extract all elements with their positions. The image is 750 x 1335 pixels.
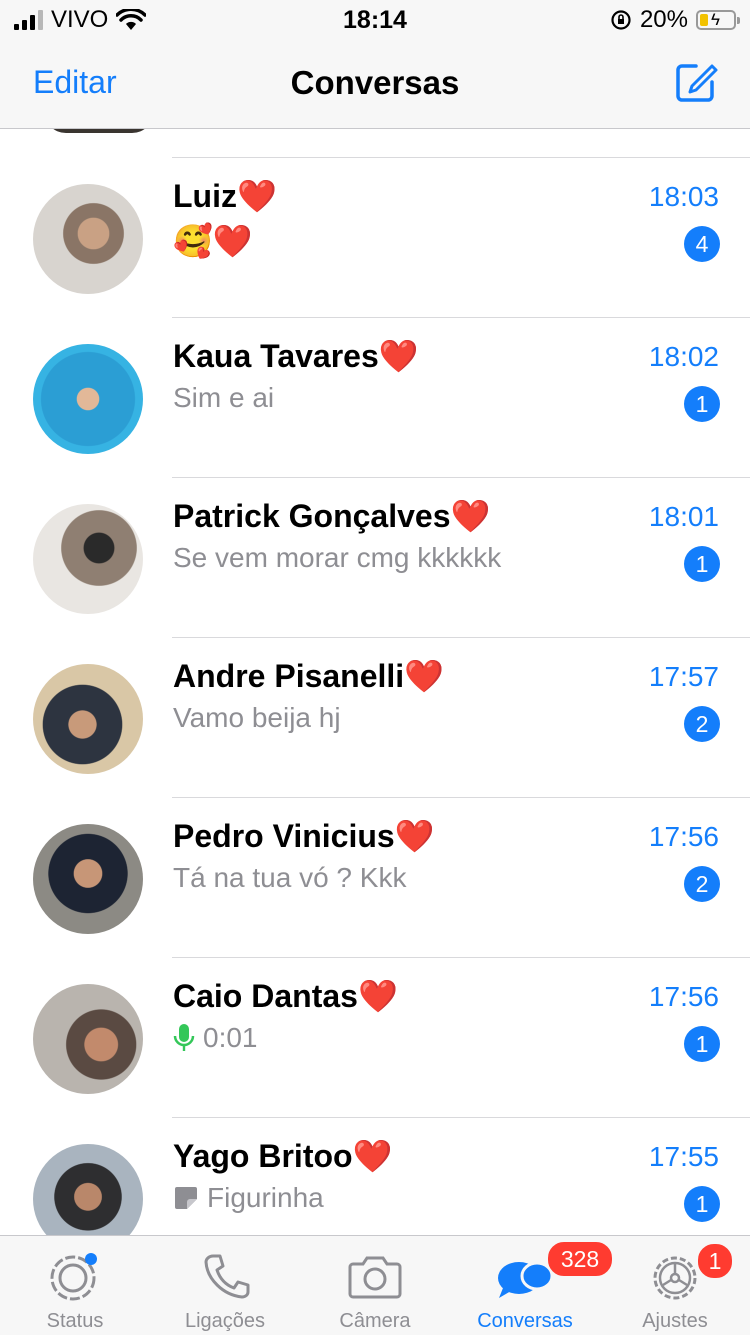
chat-preview: Se vem morar cmg kkkkkk bbox=[173, 542, 502, 573]
tab-badge: 1 bbox=[696, 1242, 734, 1280]
avatar bbox=[33, 344, 143, 454]
avatar bbox=[33, 824, 143, 934]
microphone-icon bbox=[173, 1024, 195, 1051]
orientation-lock-icon bbox=[611, 10, 631, 30]
page-title: Conversas bbox=[290, 64, 460, 101]
chat-row[interactable]: Kaua Tavares❤️ 18:02 Sim e ai 1 bbox=[0, 318, 750, 478]
unread-badge: 1 bbox=[684, 546, 720, 582]
tab-label: Status bbox=[46, 1310, 104, 1332]
tab-label: Ligações bbox=[184, 1310, 266, 1332]
chat-row[interactable]: Caio Dantas❤️ 17:56 0:01 1 bbox=[0, 958, 750, 1118]
avatar bbox=[44, 129, 154, 133]
tab-label: Câmera bbox=[339, 1310, 411, 1332]
sticker-icon bbox=[175, 1187, 197, 1209]
tab-label: Conversas bbox=[477, 1310, 573, 1332]
chat-name: Caio Dantas❤️ bbox=[173, 978, 398, 1014]
chat-time: 18:02 bbox=[648, 341, 719, 372]
tab-bar: Status Ligações Câmera Conversas 328 Aju… bbox=[0, 1235, 750, 1335]
phone-icon bbox=[204, 1254, 250, 1299]
chat-preview: 0:01 bbox=[173, 1022, 258, 1054]
camera-icon bbox=[348, 1256, 402, 1299]
tab-calls[interactable]: Ligações bbox=[150, 1236, 300, 1335]
chat-preview: Vamo beija hj bbox=[173, 702, 341, 733]
chat-row[interactable]: Yago Britoo❤️ 17:55 Figurinha 1 bbox=[0, 1118, 750, 1235]
chat-name: Patrick Gonçalves❤️ bbox=[173, 498, 491, 534]
chat-name: Pedro Vinicius❤️ bbox=[173, 818, 435, 854]
avatar bbox=[33, 664, 143, 774]
chat-row[interactable]: Pedro Vinicius❤️ 17:56 Tá na tua vó ? Kk… bbox=[0, 798, 750, 958]
status-icon bbox=[50, 1253, 97, 1301]
battery-percent: 20% bbox=[639, 6, 688, 33]
unread-badge: 1 bbox=[684, 1186, 720, 1222]
chat-name: Kaua Tavares❤️ bbox=[173, 338, 419, 374]
navigation-bar: Editar Conversas bbox=[0, 40, 750, 129]
compose-icon[interactable] bbox=[672, 58, 720, 106]
chat-name: Andre Pisanelli❤️ bbox=[173, 658, 445, 694]
voice-duration: 0:01 bbox=[203, 1022, 258, 1053]
sticker-label: Figurinha bbox=[207, 1182, 324, 1213]
avatar bbox=[33, 504, 143, 614]
chat-time: 18:03 bbox=[648, 181, 719, 212]
chat-name: Luiz❤️ bbox=[173, 178, 277, 214]
chat-row[interactable]: Andre Pisanelli❤️ 17:57 Vamo beija hj 2 bbox=[0, 638, 750, 798]
tab-settings[interactable]: Ajustes 1 bbox=[600, 1236, 750, 1335]
avatar bbox=[33, 984, 143, 1094]
chat-preview: Sim e ai bbox=[173, 382, 275, 413]
tab-camera[interactable]: Câmera bbox=[300, 1236, 450, 1335]
system-indicators: 20% ϟ bbox=[610, 6, 740, 34]
chat-time: 17:56 bbox=[648, 821, 719, 852]
chat-time: 17:55 bbox=[648, 1141, 719, 1172]
unread-badge: 1 bbox=[684, 386, 720, 422]
chat-row[interactable]: Patrick Gonçalves❤️ 18:01 Se vem morar c… bbox=[0, 478, 750, 638]
chat-preview: Figurinha bbox=[173, 1182, 324, 1214]
unread-badge: 1 bbox=[684, 1026, 720, 1062]
battery-icon: ϟ bbox=[696, 10, 740, 30]
chat-time: 17:57 bbox=[648, 661, 719, 692]
chat-list[interactable]: Luiz❤️ 18:03 🥰❤️ 4 Kaua Tavares❤️ 18:02 … bbox=[0, 129, 750, 1235]
tab-status[interactable]: Status bbox=[0, 1236, 150, 1335]
chat-preview: 🥰❤️ bbox=[173, 223, 253, 259]
chat-time: 17:56 bbox=[648, 981, 719, 1012]
chat-row[interactable]: Luiz❤️ 18:03 🥰❤️ 4 bbox=[0, 158, 750, 318]
tab-label: Ajustes bbox=[642, 1310, 708, 1332]
unread-badge: 2 bbox=[684, 866, 720, 902]
status-bar: VIVO 18:14 20% ϟ bbox=[0, 0, 750, 40]
avatar bbox=[33, 1144, 143, 1235]
chat-name: Yago Britoo❤️ bbox=[173, 1138, 393, 1174]
chat-preview: Tá na tua vó ? Kkk bbox=[173, 862, 407, 893]
unread-badge: 2 bbox=[684, 706, 720, 742]
avatar bbox=[33, 184, 143, 294]
unread-badge: 4 bbox=[684, 226, 720, 262]
chat-time: 18:01 bbox=[648, 501, 719, 532]
tab-chats[interactable]: Conversas 328 bbox=[450, 1236, 614, 1335]
